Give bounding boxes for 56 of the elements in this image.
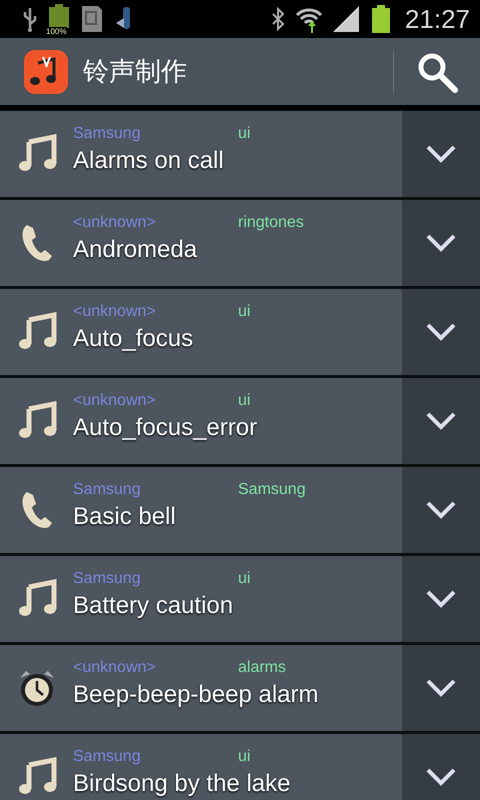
sd-card-icon bbox=[80, 5, 104, 33]
artist-label: <unknown> bbox=[73, 213, 157, 233]
expand-button[interactable] bbox=[402, 734, 480, 800]
artist-label: Samsung bbox=[73, 124, 142, 144]
category-label: ui bbox=[238, 302, 250, 322]
category-label: ui bbox=[238, 569, 250, 589]
music-note-icon bbox=[16, 134, 56, 174]
battery-icon bbox=[48, 4, 70, 28]
chevron-down-icon bbox=[426, 501, 456, 519]
artist-label: Samsung bbox=[73, 480, 142, 500]
ringtone-title: Auto_focus_error bbox=[73, 413, 258, 443]
expand-button[interactable] bbox=[402, 556, 480, 642]
expand-button[interactable] bbox=[402, 111, 480, 197]
expand-button[interactable] bbox=[402, 378, 480, 464]
expand-button[interactable] bbox=[402, 645, 480, 731]
expand-button[interactable] bbox=[402, 289, 480, 375]
music-note-icon bbox=[16, 312, 56, 352]
ringtone-title: Andromeda bbox=[73, 235, 198, 265]
ringtone-title: Beep-beep-beep alarm bbox=[73, 680, 320, 710]
artist-label: Samsung bbox=[73, 747, 142, 767]
music-note-icon bbox=[16, 757, 56, 797]
artist-label: Samsung bbox=[73, 569, 142, 589]
app-logo-icon bbox=[23, 48, 69, 94]
bluetooth-icon bbox=[270, 7, 285, 31]
chevron-down-icon bbox=[426, 412, 456, 430]
search-icon bbox=[416, 50, 458, 92]
ringtone-title: Battery caution bbox=[73, 591, 234, 621]
clock-time: 21:27 bbox=[404, 4, 470, 34]
ringtone-title: Auto_focus bbox=[73, 324, 194, 354]
battery-icon bbox=[370, 5, 391, 33]
app-title: 铃声制作 bbox=[83, 55, 188, 88]
chevron-down-icon bbox=[426, 679, 456, 697]
category-label: Samsung bbox=[238, 480, 306, 500]
ringtone-title: Alarms on call bbox=[73, 146, 225, 176]
signal-icon bbox=[332, 6, 361, 32]
category-label: ui bbox=[238, 747, 250, 767]
chevron-down-icon bbox=[426, 234, 456, 252]
chevron-down-icon bbox=[426, 145, 456, 163]
battery-percentage: 100% bbox=[45, 27, 68, 36]
chevron-down-icon bbox=[426, 323, 456, 341]
artist-label: <unknown> bbox=[73, 391, 157, 411]
chevron-down-icon bbox=[426, 768, 456, 786]
ringtone-title: Birdsong by the lake bbox=[73, 769, 292, 799]
category-label: ui bbox=[238, 124, 250, 144]
artist-label: <unknown> bbox=[73, 302, 157, 322]
music-note-icon bbox=[16, 401, 56, 441]
ringtone-title: Basic bell bbox=[73, 502, 177, 532]
music-note-icon bbox=[16, 579, 56, 619]
chevron-down-icon bbox=[426, 590, 456, 608]
usb-icon bbox=[22, 6, 38, 32]
category-label: ringtones bbox=[238, 213, 304, 233]
category-label: alarms bbox=[238, 658, 286, 678]
artist-label: <unknown> bbox=[73, 658, 157, 678]
expand-button[interactable] bbox=[402, 200, 480, 286]
category-label: ui bbox=[238, 391, 250, 411]
expand-button[interactable] bbox=[402, 467, 480, 553]
